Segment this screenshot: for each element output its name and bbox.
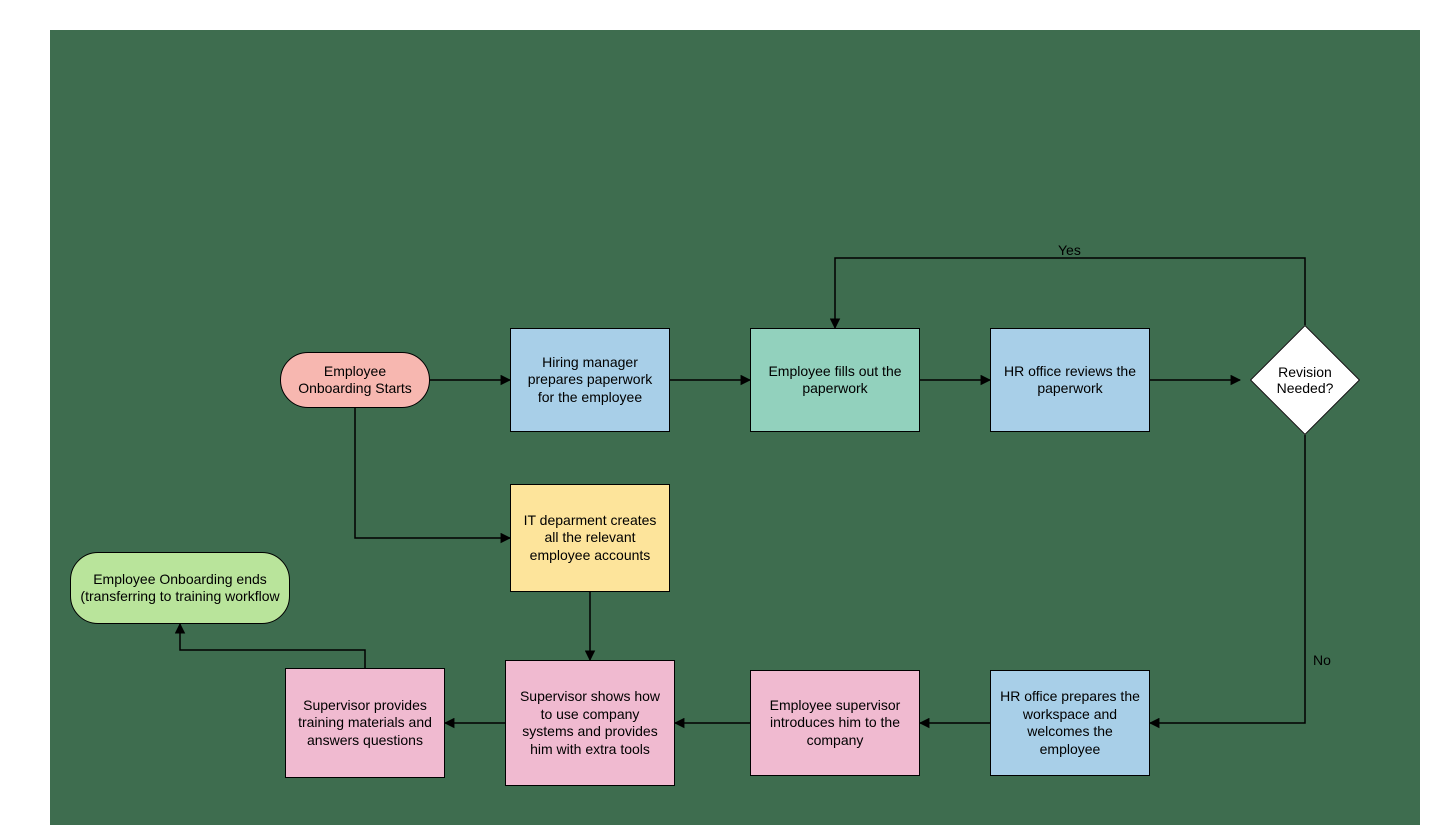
node-decision: Revision Needed?	[1250, 325, 1360, 435]
node-sup-train: Supervisor provides training materials a…	[285, 668, 445, 778]
node-sup-show: Supervisor shows how to use company syst…	[505, 660, 675, 786]
node-start-label: Employee Onboarding Starts	[289, 363, 421, 398]
node-sup-show-label: Supervisor shows how to use company syst…	[514, 688, 666, 758]
edge-label-no-text: No	[1313, 652, 1331, 668]
diagram-canvas: Employee Onboarding Starts Hiring manage…	[50, 30, 1420, 825]
node-hiring-manager-label: Hiring manager prepares paperwork for th…	[519, 354, 661, 407]
edge-label-yes: Yes	[1058, 242, 1081, 258]
edge-label-yes-text: Yes	[1058, 242, 1081, 258]
edge-label-no: No	[1313, 652, 1331, 668]
node-hiring-manager: Hiring manager prepares paperwork for th…	[510, 328, 670, 432]
node-it-department: IT deparment creates all the relevant em…	[510, 484, 670, 592]
node-sup-train-label: Supervisor provides training materials a…	[294, 697, 436, 750]
node-decision-label: Revision Needed?	[1265, 364, 1345, 396]
node-end: Employee Onboarding ends (transferring t…	[70, 552, 290, 624]
node-end-label: Employee Onboarding ends (transferring t…	[79, 571, 281, 606]
node-employee-fills-label: Employee fills out the paperwork	[759, 363, 911, 398]
node-hr-prepare: HR office prepares the workspace and wel…	[990, 670, 1150, 776]
node-it-department-label: IT deparment creates all the relevant em…	[519, 512, 661, 565]
node-hr-prepare-label: HR office prepares the workspace and wel…	[999, 688, 1141, 758]
node-hr-review: HR office reviews the paperwork	[990, 328, 1150, 432]
edges-layer	[50, 30, 1420, 825]
node-hr-review-label: HR office reviews the paperwork	[999, 363, 1141, 398]
node-sup-intro: Employee supervisor introduces him to th…	[750, 670, 920, 776]
node-employee-fills: Employee fills out the paperwork	[750, 328, 920, 432]
node-start: Employee Onboarding Starts	[280, 352, 430, 408]
node-sup-intro-label: Employee supervisor introduces him to th…	[759, 697, 911, 750]
